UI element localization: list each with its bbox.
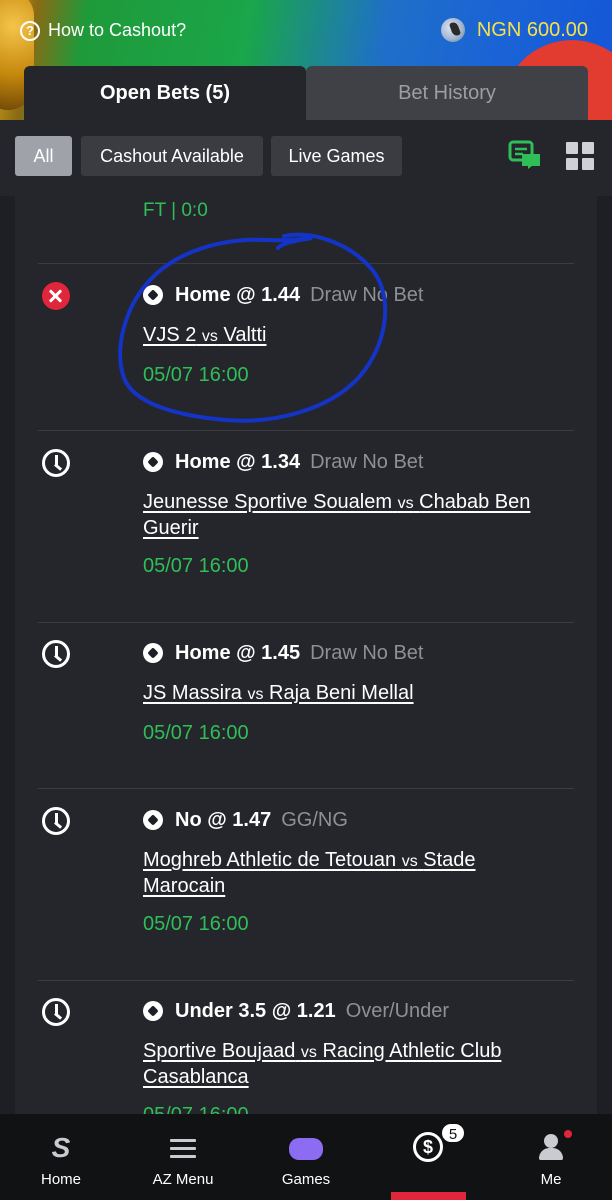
how-to-cashout-label: How to Cashout? <box>48 20 187 40</box>
match-time: 05/07 16:00 <box>143 913 249 935</box>
question-icon: ? <box>20 20 40 41</box>
bet-tabs: Open Bets (5) Bet History <box>24 66 612 120</box>
bet-market: Draw No Bet <box>310 641 424 664</box>
grid-view-icon[interactable] <box>566 142 594 170</box>
match-time: 05/07 16:00 <box>143 555 249 577</box>
open-bets-screen: ? How to Cashout? NGN 600.00 Open Bets (… <box>0 0 612 1200</box>
bet-pick: Home @ 1.34 <box>175 450 301 473</box>
nav-home[interactable]: S Home <box>0 1114 122 1200</box>
clock-icon <box>42 449 70 477</box>
how-to-cashout-link[interactable]: ? How to Cashout? <box>20 20 186 41</box>
globe-icon <box>440 18 465 42</box>
nav-az-menu[interactable]: AZ Menu <box>122 1114 244 1200</box>
chat-bubbles-icon[interactable] <box>508 140 542 170</box>
filter-cashout-available-button[interactable]: Cashout Available <box>81 136 263 176</box>
match-link[interactable]: JS Massira vs Raja Beni Mellal <box>143 681 563 707</box>
soccer-ball-icon <box>143 810 163 830</box>
bet-pick: No @ 1.47 <box>175 808 272 831</box>
match-link[interactable]: Moghreb Athletic de Tetouan vs Stade Mar… <box>143 848 563 899</box>
lost-x-icon <box>42 282 70 310</box>
nav-games[interactable]: Games <box>245 1114 367 1200</box>
clock-icon <box>42 998 70 1026</box>
soccer-ball-icon <box>143 452 163 472</box>
filter-all-button[interactable]: All <box>15 136 72 176</box>
match-time: 05/07 16:00 <box>143 1104 249 1114</box>
bet-market: Draw No Bet <box>310 450 424 473</box>
hand-drawn-highlight-circle <box>118 232 388 423</box>
open-bets-count-badge: 5 <box>440 1122 466 1144</box>
match-link[interactable]: Sportive Boujaad vs Racing Athletic Club… <box>143 1039 563 1090</box>
bet-pick: Under 3.5 @ 1.21 <box>175 999 336 1022</box>
bottom-nav: S Home AZ Menu Games $ Me <box>0 1114 612 1200</box>
user-icon <box>539 1134 563 1160</box>
match-link[interactable]: Jeunesse Sportive Soualem vs Chabab Ben … <box>143 490 563 541</box>
filter-live-games-button[interactable]: Live Games <box>271 136 402 176</box>
sporty-logo-icon: S <box>51 1132 71 1163</box>
nav-me-label: Me <box>540 1171 562 1188</box>
cashout-icon: $ <box>413 1132 443 1162</box>
previous-result: FT | 0:0 <box>143 200 208 221</box>
bet-pick: Home @ 1.45 <box>175 641 301 664</box>
active-tab-indicator <box>391 1192 466 1200</box>
clock-icon <box>42 640 70 668</box>
divider <box>38 622 574 623</box>
nav-home-label: Home <box>40 1171 81 1188</box>
account-balance[interactable]: NGN 600.00 <box>440 18 588 42</box>
soccer-ball-icon <box>143 1001 163 1021</box>
nav-az-menu-label: AZ Menu <box>152 1171 214 1188</box>
nav-games-label: Games <box>281 1171 331 1188</box>
gamepad-icon <box>289 1138 323 1160</box>
divider <box>38 788 574 789</box>
divider <box>38 980 574 981</box>
notification-dot <box>564 1130 572 1138</box>
soccer-ball-icon <box>143 643 163 663</box>
tab-bet-history[interactable]: Bet History <box>306 66 588 120</box>
nav-cashout[interactable]: $ <box>367 1114 489 1200</box>
nav-me[interactable]: Me <box>490 1114 612 1200</box>
balance-amount: NGN 600.00 <box>476 18 588 41</box>
bet-market: Over/Under <box>345 999 450 1022</box>
hamburger-icon <box>170 1139 196 1159</box>
clock-icon <box>42 807 70 835</box>
tab-open-bets[interactable]: Open Bets (5) <box>24 66 306 120</box>
divider <box>38 430 574 431</box>
bet-market: GG/NG <box>281 808 348 831</box>
match-time: 05/07 16:00 <box>143 722 249 744</box>
